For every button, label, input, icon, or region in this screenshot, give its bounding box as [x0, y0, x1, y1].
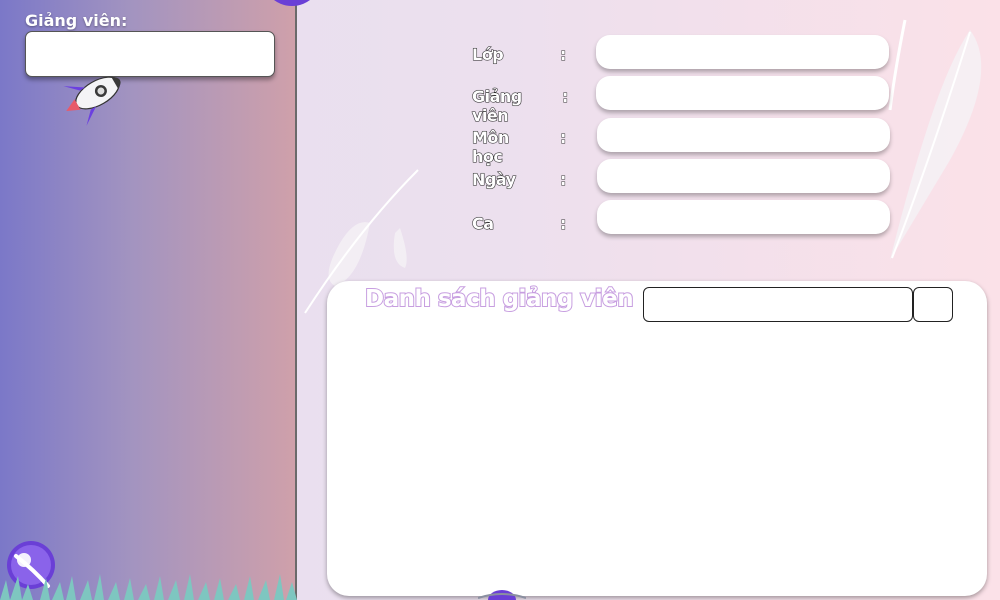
lecturer-list-panel: [327, 281, 987, 596]
class-field[interactable]: [596, 35, 889, 69]
planet-icon: [478, 590, 526, 600]
planet-icon: [274, 0, 310, 6]
lecturer-list-title: Danh sách giảng viên: [364, 285, 635, 313]
colon: :: [559, 214, 567, 234]
shift-label: Ca: [472, 214, 495, 234]
rocket-icon: [63, 76, 121, 126]
colon: :: [561, 87, 569, 107]
class-label: Lớp: [471, 45, 504, 65]
grass-decoration: [0, 574, 297, 600]
lecturer-field[interactable]: [596, 76, 889, 110]
subject-field[interactable]: [597, 118, 890, 152]
sidebar-lecturer-label: Giảng viên:: [25, 11, 128, 30]
search-input[interactable]: [643, 287, 913, 322]
colon: :: [559, 170, 567, 190]
shift-field[interactable]: [597, 200, 890, 234]
search-button[interactable]: [913, 287, 953, 322]
lecturer-label: Giảng viên: [472, 87, 523, 126]
sidebar: Giảng viên:: [0, 0, 297, 600]
date-label: Ngày: [472, 170, 517, 190]
colon: :: [559, 45, 567, 65]
colon: :: [559, 128, 567, 148]
date-field[interactable]: [597, 159, 890, 193]
subject-label: Môn học: [472, 128, 510, 167]
